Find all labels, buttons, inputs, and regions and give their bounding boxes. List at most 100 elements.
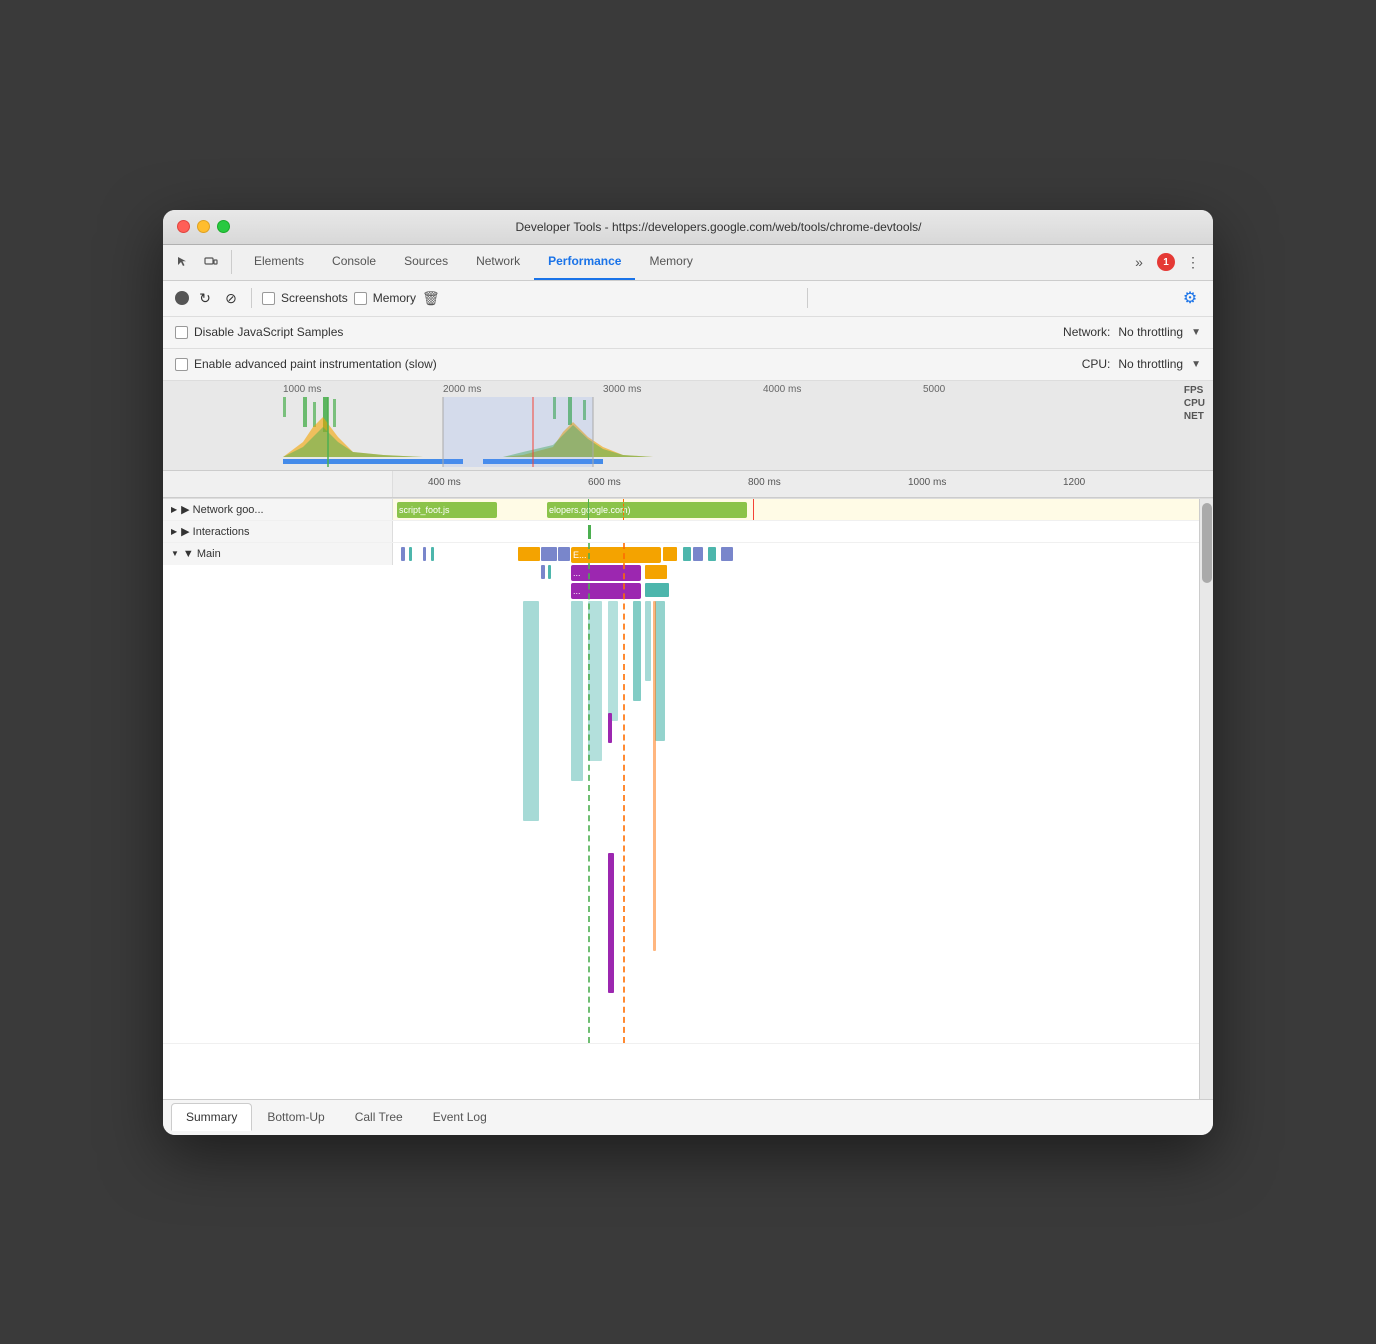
flame-purple-1[interactable]: [541, 547, 557, 561]
memory-checkbox[interactable]: [354, 292, 367, 305]
record-button[interactable]: [175, 291, 189, 305]
enable-paint-checkbox[interactable]: [175, 358, 188, 371]
flame-mid-3[interactable]: [655, 601, 665, 741]
flame-mid-2[interactable]: [645, 601, 651, 681]
settings-bar-row2: Enable advanced paint instrumentation (s…: [163, 349, 1213, 381]
flame-r2-3[interactable]: [645, 565, 667, 579]
flame-r3-1[interactable]: [645, 583, 669, 597]
toggle-device-icon[interactable]: [199, 250, 223, 274]
network-row-label[interactable]: ▶ ▶ Network goo...: [163, 499, 393, 520]
toolbar-right: ⚙: [1179, 287, 1201, 309]
settings-button[interactable]: ⚙: [1179, 287, 1201, 309]
scrollbar-thumb[interactable]: [1202, 503, 1212, 583]
flame-tiny-2[interactable]: [409, 547, 412, 561]
enable-paint-item[interactable]: Enable advanced paint instrumentation (s…: [175, 357, 437, 371]
bottom-tab-calltree[interactable]: Call Tree: [340, 1103, 418, 1131]
flame-purple-4[interactable]: [721, 547, 733, 561]
tab-elements[interactable]: Elements: [240, 244, 318, 280]
flame-mid-1[interactable]: [633, 601, 641, 701]
flame-e-block[interactable]: E...: [571, 547, 661, 563]
network-block-2[interactable]: elopers.google.com): [547, 502, 747, 518]
more-options-button[interactable]: ⋮: [1181, 250, 1205, 274]
devtools-window: Developer Tools - https://developers.goo…: [163, 210, 1213, 1135]
network-expand-icon[interactable]: ▶: [171, 505, 177, 514]
tab-performance[interactable]: Performance: [534, 244, 635, 280]
fps-label: FPS: [1184, 385, 1205, 396]
flame-paren-2[interactable]: ...: [571, 583, 641, 599]
flame-purple-2[interactable]: [558, 547, 570, 561]
minimize-button[interactable]: [197, 220, 210, 233]
memory-checkbox-label[interactable]: Memory: [354, 291, 416, 305]
separator: [251, 288, 252, 308]
tab-right-controls: » 1 ⋮: [1127, 250, 1205, 274]
flame-r2-2[interactable]: [548, 565, 551, 579]
flame-tiny-3[interactable]: [423, 547, 426, 561]
detail-ms-600: 600 ms: [588, 477, 621, 488]
flame-purple-3[interactable]: [693, 547, 703, 561]
bottom-tab-summary[interactable]: Summary: [171, 1103, 252, 1131]
tab-bar: Elements Console Sources Network Perform…: [163, 245, 1213, 281]
flame-tall-3[interactable]: [588, 601, 602, 761]
select-element-icon[interactable]: [171, 250, 195, 274]
delete-button[interactable]: 🗑: [422, 290, 440, 307]
timeline-overview[interactable]: 1000 ms 2000 ms 3000 ms 4000 ms 5000 FPS…: [163, 381, 1213, 471]
flame-tall-2[interactable]: [571, 601, 583, 781]
maximize-button[interactable]: [217, 220, 230, 233]
flame-chart[interactable]: ▶ ▶ Network goo... script_foot.js eloper…: [163, 499, 1199, 1099]
flame-teal-1[interactable]: [683, 547, 691, 561]
bottom-tab-eventlog[interactable]: Event Log: [418, 1103, 502, 1131]
interactions-row-label[interactable]: ▶ ▶ Interactions: [163, 521, 393, 542]
main-tabs: Elements Console Sources Network Perform…: [240, 244, 1127, 280]
flame-r2-1[interactable]: [541, 565, 545, 579]
interactions-row[interactable]: ▶ ▶ Interactions: [163, 521, 1199, 543]
detail-ms-1000: 1000 ms: [908, 477, 946, 488]
scrollbar[interactable]: [1199, 499, 1213, 1099]
close-button[interactable]: [177, 220, 190, 233]
flame-purple-small[interactable]: [608, 713, 612, 743]
detail-timeline: 400 ms 600 ms 800 ms 1000 ms 1200: [163, 471, 1213, 499]
main-row-text: ▼ Main: [183, 548, 221, 560]
screenshots-checkbox-label[interactable]: Screenshots: [262, 291, 348, 305]
main-row-label[interactable]: ▼ ▼ Main: [163, 543, 393, 565]
network-block-1[interactable]: script_foot.js: [397, 502, 497, 518]
flame-paren-1[interactable]: ...: [571, 565, 641, 581]
ms-3000: 3000 ms: [603, 384, 641, 395]
flame-orange-tall[interactable]: [653, 601, 656, 951]
overview-chart: [223, 397, 1213, 471]
flame-tiny-1[interactable]: [401, 547, 405, 561]
cpu-dropdown-arrow: ▼: [1191, 359, 1201, 370]
interactions-expand-icon[interactable]: ▶: [171, 527, 177, 536]
tab-console[interactable]: Console: [318, 244, 390, 280]
flame-tall-1[interactable]: [523, 601, 539, 821]
tab-network[interactable]: Network: [462, 244, 534, 280]
cpu-dropdown[interactable]: CPU: No throttling ▼: [1082, 357, 1201, 371]
interactions-row-content: [393, 521, 1199, 542]
ms-4000: 4000 ms: [763, 384, 801, 395]
network-dropdown[interactable]: Network: No throttling ▼: [1063, 325, 1201, 339]
flame-purple-tall[interactable]: [608, 893, 614, 993]
flame-tall-4[interactable]: [608, 601, 618, 721]
tab-sources[interactable]: Sources: [390, 244, 462, 280]
reload-button[interactable]: ↻: [195, 288, 215, 308]
settings-bar-row1: Disable JavaScript Samples Network: No t…: [163, 317, 1213, 349]
vline-orange: [623, 499, 624, 520]
network-row[interactable]: ▶ ▶ Network goo... script_foot.js eloper…: [163, 499, 1199, 521]
main-row[interactable]: ▼ ▼ Main E...: [163, 543, 1199, 1044]
more-tabs-button[interactable]: »: [1127, 250, 1151, 274]
ms-5000: 5000: [923, 384, 945, 395]
clear-button[interactable]: ⊘: [221, 288, 241, 308]
flame-teal-2[interactable]: [708, 547, 716, 561]
screenshots-checkbox[interactable]: [262, 292, 275, 305]
disable-js-samples-item[interactable]: Disable JavaScript Samples: [175, 325, 343, 339]
disable-js-checkbox[interactable]: [175, 326, 188, 339]
network-row-text: ▶ Network goo...: [181, 503, 263, 516]
tab-memory[interactable]: Memory: [635, 244, 706, 280]
main-content: ▶ ▶ Network goo... script_foot.js eloper…: [163, 499, 1213, 1099]
bottom-tab-bottomup[interactable]: Bottom-Up: [252, 1103, 339, 1131]
flame-orange-1[interactable]: [518, 547, 540, 561]
flame-orange-2[interactable]: [663, 547, 677, 561]
error-badge: 1: [1157, 253, 1175, 271]
flame-tiny-4[interactable]: [431, 547, 434, 561]
ms-1000: 1000 ms: [283, 384, 321, 395]
main-expand-icon[interactable]: ▼: [171, 549, 179, 558]
